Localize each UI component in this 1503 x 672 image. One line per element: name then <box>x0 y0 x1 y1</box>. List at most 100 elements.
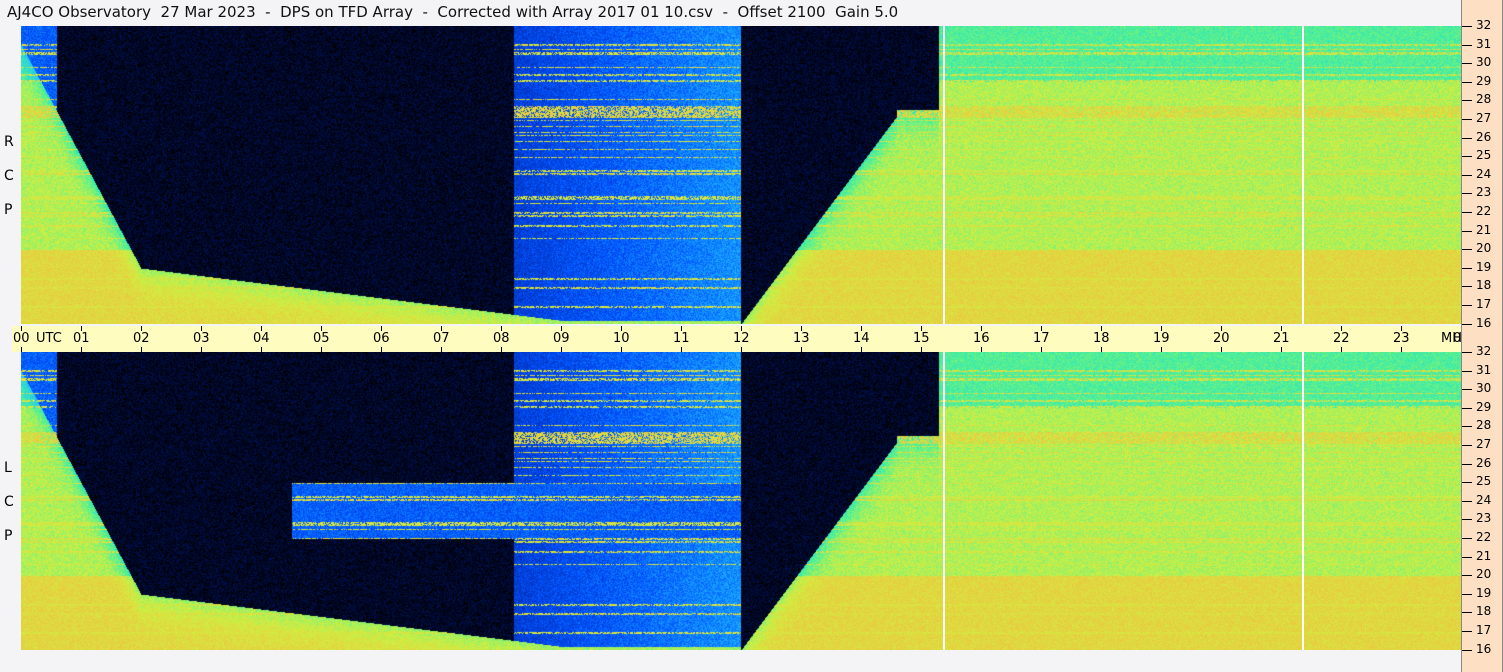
y-tick-label: 27 <box>1476 111 1492 125</box>
x-tick-label: 11 <box>673 331 690 346</box>
x-tick-label: 17 <box>1033 331 1050 346</box>
y-tick-label: 28 <box>1476 418 1492 433</box>
x-tick-mark <box>681 347 682 352</box>
y-tick-label: 17 <box>1476 623 1492 637</box>
y-tick-mark <box>1462 81 1472 83</box>
x-tick-label: 18 <box>1093 331 1110 346</box>
gap-marker-line <box>943 352 946 650</box>
x-tick-mark <box>1041 347 1042 352</box>
y-tick-label: 26 <box>1476 129 1492 144</box>
y-tick-label: 23 <box>1476 511 1492 526</box>
y-tick-mark <box>1462 407 1472 409</box>
y-tick-mark <box>1462 249 1472 251</box>
x-tick-label: 10 <box>613 331 630 346</box>
x-tick-mark <box>1221 347 1222 352</box>
y-tick-label: 18 <box>1476 604 1492 619</box>
x-tick-mark <box>1281 347 1282 352</box>
polarization-label: P <box>4 202 13 218</box>
x-tick-mark <box>1101 347 1102 352</box>
x-tick-label: 21 <box>1273 331 1290 346</box>
y-tick-label: 25 <box>1476 474 1492 489</box>
y-tick-label: 24 <box>1476 166 1492 181</box>
x-tick-mark <box>621 347 622 352</box>
x-tick-label: 07 <box>433 331 450 346</box>
x-tick-mark <box>861 347 862 352</box>
frequency-scale: 32 31 30 29 28 27 26 25 24 23 22 21 20 19 18 17 16 32 31 30… <box>1461 0 1503 672</box>
polarization-label: C <box>4 168 14 184</box>
y-tick-mark <box>1462 286 1472 288</box>
gap-marker-line <box>943 26 946 324</box>
y-tick-mark <box>1462 593 1472 595</box>
x-tick-mark <box>141 347 142 352</box>
x-tick-mark <box>1401 347 1402 352</box>
x-tick-mark <box>981 347 982 352</box>
y-tick-label: 23 <box>1476 185 1492 200</box>
y-tick-mark <box>1462 482 1472 484</box>
y-tick-label: 20 <box>1476 567 1492 582</box>
y-tick-label: 29 <box>1476 73 1492 88</box>
y-tick-label: 16 <box>1476 641 1492 656</box>
y-tick-mark <box>1462 174 1472 176</box>
y-tick-mark <box>1462 100 1472 102</box>
x-tick-label: 20 <box>1213 331 1230 346</box>
y-tick-mark <box>1462 193 1472 195</box>
y-tick-label: 31 <box>1476 36 1492 51</box>
y-tick-mark <box>1462 230 1472 232</box>
x-tick-label: 15 <box>913 331 930 346</box>
y-tick-mark <box>1462 156 1472 158</box>
y-tick-label: 22 <box>1476 204 1492 218</box>
x-tick-mark <box>561 347 562 352</box>
y-tick-mark <box>1462 212 1472 213</box>
x-tick-label: 12 <box>733 331 750 346</box>
x-unit-label: UTC <box>36 331 62 346</box>
y-tick-mark <box>1462 323 1472 325</box>
x-tick-label: 16 <box>973 331 990 346</box>
y-tick-mark <box>1462 519 1472 521</box>
y-tick-mark <box>1462 267 1472 269</box>
x-tick-mark <box>201 347 202 352</box>
x-tick-mark <box>261 347 262 352</box>
x-tick-mark <box>1161 347 1162 352</box>
y-tick-mark <box>1462 500 1472 502</box>
y-tick-mark <box>1462 26 1472 27</box>
x-tick-label: 13 <box>793 331 810 346</box>
y-tick-label: 32 <box>1476 18 1492 32</box>
y-tick-mark <box>1462 352 1472 353</box>
y-tick-mark <box>1462 575 1472 577</box>
y-tick-label: 30 <box>1476 381 1492 396</box>
y-tick-mark <box>1462 556 1472 558</box>
lcp-heatmap <box>21 352 1461 650</box>
x-tick-label: 06 <box>373 331 390 346</box>
y-tick-mark <box>1462 137 1472 139</box>
y-tick-label: 25 <box>1476 148 1492 163</box>
y-tick-mark <box>1462 119 1472 120</box>
y-tick-mark <box>1462 63 1472 65</box>
y-tick-mark <box>1462 44 1472 46</box>
y-tick-mark <box>1462 389 1472 391</box>
y-tick-label: 16 <box>1476 315 1492 330</box>
x-tick-mark <box>741 347 742 352</box>
time-axis: 00 01 02 03 04 05 06 07 08 09 10 11 12 13 14 15 16 17 18 19… <box>12 326 1470 352</box>
y-tick-label: 24 <box>1476 492 1492 507</box>
x-tick-label: 22 <box>1333 331 1350 346</box>
x-tick-label: 19 <box>1153 331 1170 346</box>
y-tick-mark <box>1462 538 1472 539</box>
x-tick-mark <box>381 347 382 352</box>
y-tick-mark <box>1462 649 1472 651</box>
y-tick-mark <box>1462 612 1472 614</box>
x-tick-label: 08 <box>493 331 510 346</box>
y-tick-mark <box>1462 463 1472 465</box>
x-tick-label: 03 <box>193 331 210 346</box>
y-tick-label: 18 <box>1476 278 1492 293</box>
x-tick-mark <box>441 347 442 352</box>
y-tick-mark <box>1462 426 1472 428</box>
x-tick-mark <box>81 347 82 352</box>
y-tick-label: 32 <box>1476 344 1492 358</box>
y-tick-mark <box>1462 631 1472 632</box>
x-tick-label: 23 <box>1393 331 1410 346</box>
y-tick-label: 29 <box>1476 399 1492 414</box>
gap-marker-line <box>1302 26 1304 324</box>
polarization-label: L <box>4 460 12 476</box>
y-tick-label: 30 <box>1476 55 1492 70</box>
y-tick-label: 31 <box>1476 362 1492 377</box>
